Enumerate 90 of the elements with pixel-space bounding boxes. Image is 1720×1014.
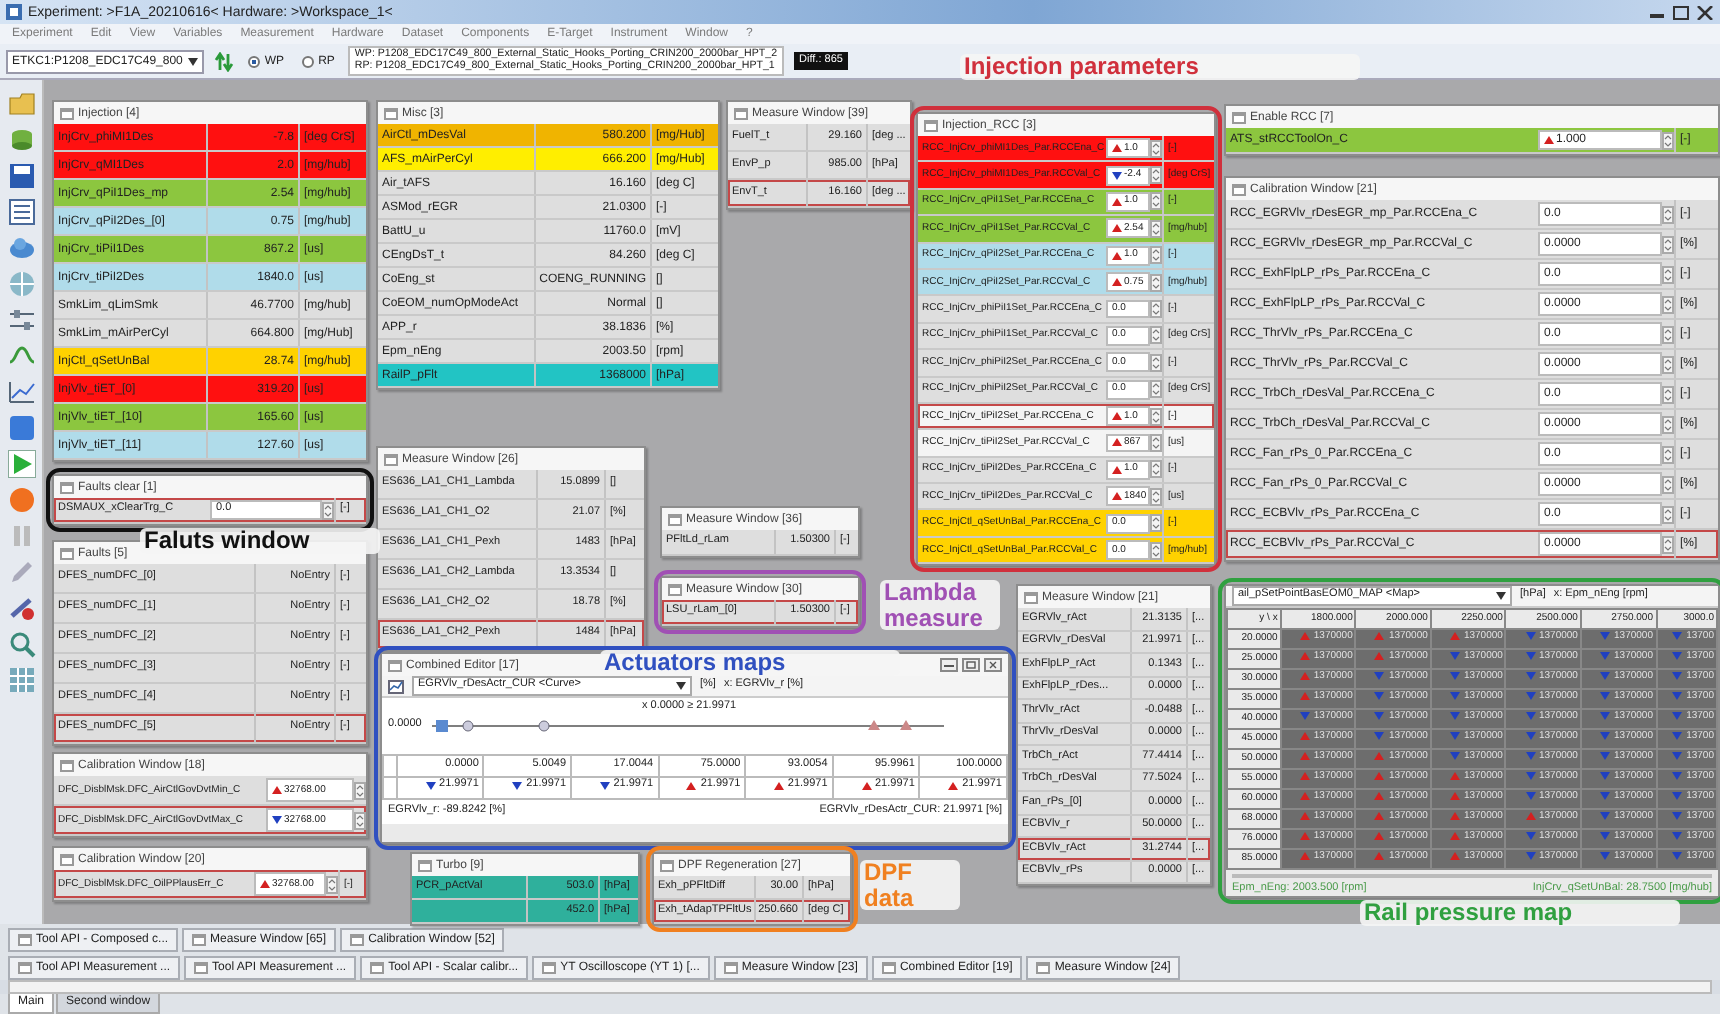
annotation-label: Lambda measure: [880, 580, 1000, 631]
spinner-icon[interactable]: [1662, 505, 1674, 523]
scrollbar[interactable]: [1232, 873, 1712, 877]
window-icon: [384, 107, 398, 119]
spinner-icon[interactable]: [1150, 433, 1162, 452]
annotation-label: Faluts window: [140, 528, 380, 554]
window-icon: [1232, 183, 1246, 195]
window-icon: [418, 859, 432, 871]
window-icon: [1232, 111, 1246, 123]
window-icon: [924, 119, 938, 131]
globe-icon[interactable]: [7, 270, 35, 298]
spinner-icon[interactable]: [326, 875, 338, 893]
window-icon: [723, 962, 738, 974]
spinner-icon[interactable]: [1150, 166, 1162, 185]
spinner-icon[interactable]: [1662, 355, 1674, 373]
window-icon: [370, 962, 385, 974]
window-icon: [384, 453, 398, 465]
spinner-icon[interactable]: [1150, 353, 1162, 372]
caret-icon: [676, 682, 686, 690]
spinner-icon[interactable]: [1150, 460, 1162, 479]
spinner-icon[interactable]: [354, 781, 366, 799]
spinner-icon[interactable]: [1662, 535, 1674, 553]
window-icon: [18, 934, 32, 946]
spinner-icon[interactable]: [1150, 326, 1162, 345]
window-icon: [60, 547, 74, 559]
annotation-label: DPF data: [860, 860, 960, 911]
record-icon[interactable]: [7, 486, 35, 514]
window-icon: [660, 859, 674, 871]
close-icon[interactable]: [1696, 5, 1714, 19]
window-icon: [60, 759, 74, 771]
spinner-icon[interactable]: [1150, 380, 1162, 399]
spinner-icon[interactable]: [1150, 300, 1162, 319]
spinner-icon[interactable]: [1150, 246, 1162, 265]
caret-icon: [1496, 591, 1506, 600]
annotation-label: Injection parameters: [960, 54, 1360, 80]
scrollbar[interactable]: [8, 980, 1712, 994]
spinner-icon[interactable]: [1150, 219, 1162, 238]
window-icon: [60, 853, 74, 865]
spinner-icon[interactable]: [1662, 415, 1674, 433]
list-icon[interactable]: [7, 198, 35, 226]
spinner-icon[interactable]: [1150, 192, 1162, 211]
window-icon: [194, 962, 209, 974]
annotation-label: Actuators maps: [600, 650, 900, 676]
sliders-icon[interactable]: [7, 306, 35, 334]
spinner-icon[interactable]: [354, 811, 366, 829]
spinner-icon[interactable]: [1150, 407, 1162, 426]
window-icon: [1024, 591, 1038, 603]
sync-arrows-icon: [214, 51, 235, 71]
caret-icon: [188, 57, 199, 65]
window-icon: [60, 107, 74, 119]
spinner-icon[interactable]: [1150, 273, 1162, 292]
close-icon[interactable]: [984, 658, 1002, 672]
chart-icon[interactable]: [7, 378, 35, 406]
window-icon: [734, 107, 748, 119]
window-icon: [881, 962, 896, 974]
spinner-icon[interactable]: [1662, 265, 1674, 283]
folder-icon[interactable]: [7, 90, 35, 118]
database-icon[interactable]: [7, 126, 35, 154]
square-icon[interactable]: [7, 414, 35, 442]
window-icon: [1036, 962, 1051, 974]
spinner-icon[interactable]: [1150, 541, 1162, 560]
window-icon: [60, 481, 74, 493]
window-icon: [192, 934, 207, 946]
spinner-icon[interactable]: [1150, 514, 1162, 533]
app-icon: [6, 4, 22, 20]
window-icon: [18, 962, 32, 974]
spinner-icon[interactable]: [322, 501, 334, 519]
window-icon: [350, 934, 365, 946]
cloud-icon[interactable]: [7, 234, 35, 262]
spinner-icon[interactable]: [1662, 295, 1674, 313]
spinner-icon[interactable]: [1150, 139, 1162, 158]
maximize-icon[interactable]: [1672, 5, 1690, 19]
save-icon[interactable]: [7, 162, 35, 190]
spinner-icon[interactable]: [1662, 475, 1674, 493]
spinner-icon[interactable]: [1662, 131, 1674, 149]
spinner-icon[interactable]: [1662, 445, 1674, 463]
window-icon: [668, 583, 682, 595]
spinner-icon[interactable]: [1662, 385, 1674, 403]
spinner-icon[interactable]: [1662, 325, 1674, 343]
annotation-label: Rail pressure map: [1360, 900, 1680, 926]
spinner-icon[interactable]: [1662, 205, 1674, 223]
window-icon: [668, 513, 682, 525]
window-icon: [388, 659, 402, 671]
magnifier-icon[interactable]: [7, 630, 35, 658]
minimize-icon[interactable]: [940, 658, 958, 672]
window-icon: [542, 962, 557, 974]
spinner-icon[interactable]: [1150, 487, 1162, 506]
play-icon[interactable]: [7, 450, 35, 478]
grid-icon[interactable]: [7, 666, 35, 694]
spinner-icon[interactable]: [1662, 235, 1674, 253]
